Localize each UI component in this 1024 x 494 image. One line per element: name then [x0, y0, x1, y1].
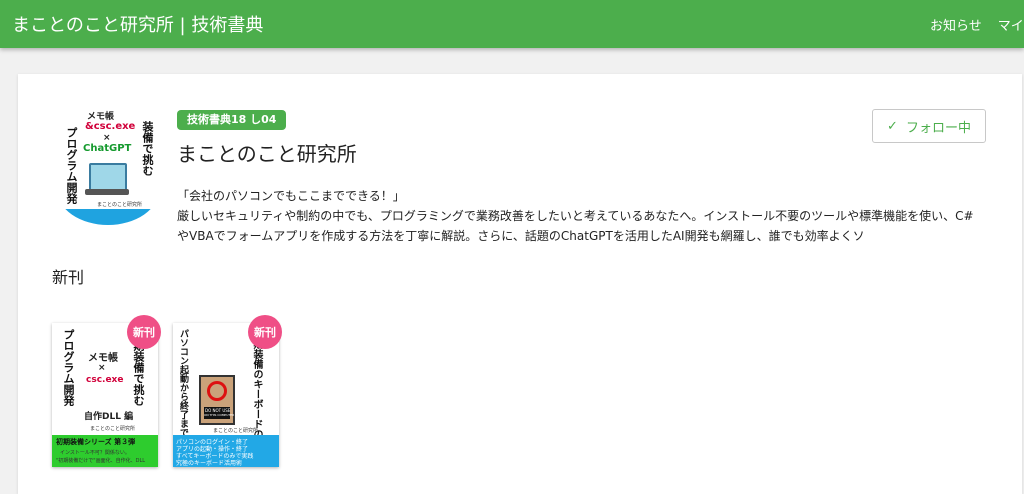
top-app-bar: まことのこと研究所 | 技術書典 お知らせ マイ [0, 0, 1024, 48]
computer-illustration [89, 163, 127, 191]
prohibited-icon [207, 381, 227, 401]
avatar-line4: ChatGPT [83, 143, 132, 154]
circle-name: まことのこと研究所 [177, 142, 357, 166]
avatar-vertical-left: プログラム開発 [65, 127, 78, 204]
follow-label: フォロー中 [905, 120, 971, 136]
description-line: 「会社のパソコンでもここまでできる！」 [177, 189, 405, 203]
avatar-line3: × [103, 133, 111, 143]
book1-band-line2: "初期装備だけで"画面化、自作化、DLL [56, 458, 146, 464]
site-title[interactable]: まことのこと研究所 | 技術書典 [12, 11, 263, 37]
check-icon: ✓ [887, 118, 898, 134]
book2-vertical-left: パソコン起動から終了まで [178, 329, 188, 437]
avatar-band [57, 209, 159, 225]
circle-description: 「会社のパソコンでもここまでできる！」 厳しいセキュリティや制約の中でも、プログ… [177, 186, 977, 246]
keyboard-illustration [85, 189, 129, 195]
sign-label: DO NOT USE ON THIS COMPUTER [204, 407, 234, 419]
avatar-line2: &csc.exe [85, 121, 136, 132]
book2-author: まことのこと研究所 [213, 428, 258, 434]
description-line: やVBAでフォームアプリを作成する方法を丁寧に解説。さらに、話題のChatGPT… [177, 229, 865, 243]
book1-line3: csc.exe [86, 375, 124, 385]
book1-edition: 自作DLL 編 [84, 412, 134, 422]
do-not-use-sign: DO NOT USE ON THIS COMPUTER [199, 375, 235, 425]
new-badge: 新刊 [127, 315, 161, 349]
book1-line1: メモ帳 [88, 353, 118, 364]
book1-band: 初期装備シリーズ 第３弾 インストール不可？関係ない。 "初期装備だけで"画面化… [52, 435, 158, 467]
description-line: 厳しいセキュリティや制約の中でも、プログラミングで業務改善をしたいと考えているあ… [177, 209, 974, 223]
book1-line2: × [98, 363, 106, 373]
book1-vertical-left: プログラム開発 [62, 329, 75, 406]
book2-band: パソコンのログイン・終了 アプリの起動・操作・終了 すべてキーボードのみで実践 … [173, 435, 279, 467]
follow-button[interactable]: ✓ フォロー中 [872, 109, 986, 143]
new-badge: 新刊 [248, 315, 282, 349]
event-booth-tag: 技術書典18 し04 [177, 110, 287, 130]
book2-band-line4: 究極のキーボード活用術 [176, 460, 243, 467]
book1-author: まことのこと研究所 [90, 426, 135, 432]
book1-series: 初期装備シリーズ 第３弾 [56, 438, 136, 446]
circle-avatar[interactable]: プログラム開発 装備で挑む メモ帳 &csc.exe × ChatGPT まこと… [57, 107, 159, 225]
avatar-author: まことのこと研究所 [97, 202, 142, 208]
nav-news[interactable]: お知らせ [930, 15, 982, 34]
sign-text2: ON THIS COMPUTER [204, 413, 235, 417]
book1-band-line1: インストール不可？関係ない。 [60, 450, 130, 456]
nav-mypage[interactable]: マイ [998, 15, 1024, 34]
new-releases-heading: 新刊 [52, 268, 85, 287]
top-nav: お知らせ マイ [930, 15, 1024, 34]
avatar-vertical-right: 装備で挑む [141, 121, 154, 176]
